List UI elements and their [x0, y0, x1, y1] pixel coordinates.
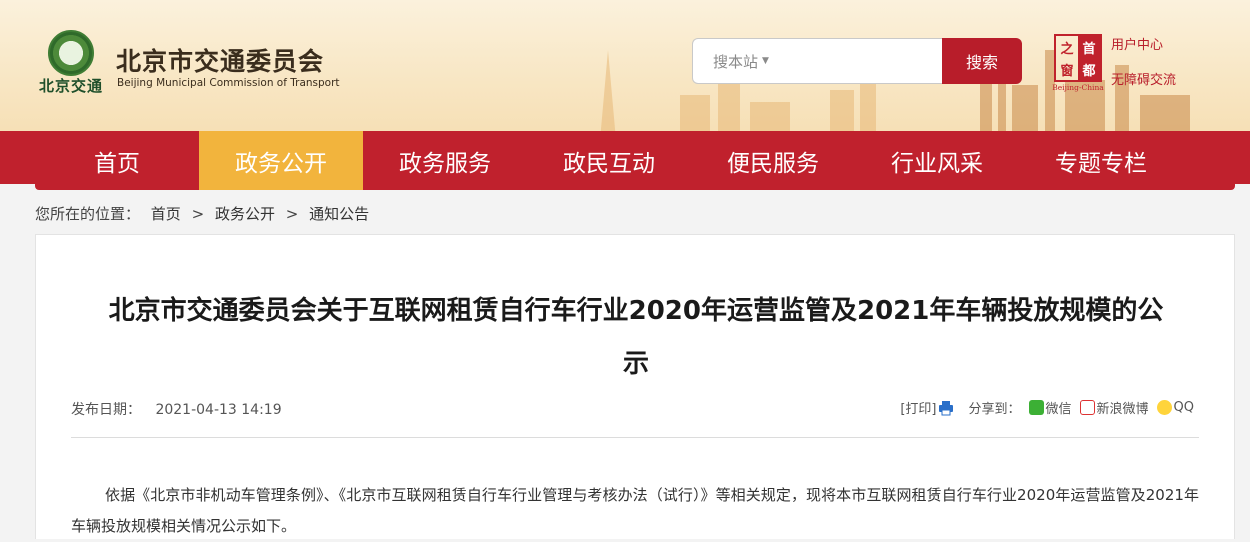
search-button[interactable]: 搜索 — [942, 38, 1022, 84]
badge-char-4: 都 — [1078, 58, 1100, 80]
user-center-link[interactable]: 用户中心 — [1111, 37, 1176, 55]
printer-icon[interactable] — [938, 400, 954, 416]
search-input[interactable]: 搜本站 ▼ — [692, 38, 944, 84]
badge-char-1: 之 — [1060, 41, 1074, 57]
wechat-icon[interactable] — [1028, 400, 1044, 415]
breadcrumb-separator: > — [285, 205, 299, 223]
breadcrumb-government-affairs[interactable]: 政务公开 — [215, 205, 275, 223]
print-link[interactable]: [打印] — [900, 398, 936, 417]
publish-date: 发布日期： 2021-04-13 14:19 — [71, 399, 282, 419]
breadcrumb-prefix: 您所在的位置： — [35, 205, 141, 223]
chevron-down-icon[interactable]: ▼ — [762, 56, 769, 66]
share-wechat[interactable]: 微信 — [1046, 398, 1072, 417]
site-logo[interactable]: 北京交通 — [36, 30, 106, 95]
badge-char-3: 窗 — [1060, 63, 1074, 79]
nav-item-home[interactable]: 首页 — [35, 131, 199, 190]
nav-item-government-services[interactable]: 政务服务 — [363, 131, 527, 190]
article-title: 北京市交通委员会关于互联网租赁自行车行业2020年运营监管及2021年车辆投放规… — [108, 296, 1164, 379]
accessibility-link[interactable]: 无障碍交流 — [1111, 72, 1176, 90]
badge-caption: Beijing-China — [1052, 83, 1104, 92]
site-name: 北京市交通委员会 — [116, 47, 325, 76]
capital-window-badge[interactable]: 之 首 窗 都 Beijing-China — [1050, 34, 1106, 92]
article-panel: 北京市交通委员会关于互联网租赁自行车行业2020年运营监管及2021年车辆投放规… — [35, 234, 1235, 539]
breadcrumb-separator: > — [191, 205, 205, 223]
breadcrumb-notices[interactable]: 通知公告 — [309, 205, 369, 223]
article-body: 依据《北京市非机动车管理条例》、《北京市互联网租赁自行车行业管理与考核办法（试行… — [71, 486, 1199, 535]
breadcrumb-home[interactable]: 首页 — [151, 205, 181, 223]
breadcrumb: 您所在的位置： 首页 > 政务公开 > 通知公告 — [35, 203, 375, 224]
nav-item-industry[interactable]: 行业风采 — [855, 131, 1019, 190]
divider — [71, 437, 1199, 438]
logo-text: 北京交通 — [38, 77, 103, 95]
weibo-icon[interactable] — [1079, 400, 1095, 415]
transport-emblem-icon — [48, 30, 94, 76]
capital-window-seal-icon: 之 首 窗 都 — [1054, 34, 1102, 82]
nav-item-public-services[interactable]: 便民服务 — [691, 131, 855, 190]
nav-item-special-topics[interactable]: 专题专栏 — [1019, 131, 1183, 190]
search-placeholder: 搜本站 — [713, 52, 759, 71]
publish-date-label: 发布日期： — [71, 402, 141, 418]
badge-char-2: 首 — [1078, 36, 1100, 58]
qq-icon[interactable] — [1156, 400, 1172, 415]
user-links: 用户中心 无障碍交流 — [1111, 37, 1176, 90]
share-toolbar: [打印] 分享到： 微信 新浪微博 QQ — [900, 398, 1194, 417]
publish-date-value: 2021-04-13 14:19 — [155, 402, 282, 418]
main-nav: 首页 政务公开 政务服务 政民互动 便民服务 行业风采 专题专栏 — [35, 131, 1235, 190]
share-qq[interactable]: QQ — [1174, 400, 1194, 415]
nav-item-interaction[interactable]: 政民互动 — [527, 131, 691, 190]
nav-item-government-affairs[interactable]: 政务公开 — [199, 131, 363, 190]
share-label: 分享到： — [968, 402, 1021, 417]
site-name-english: Beijing Municipal Commission of Transpor… — [117, 77, 340, 89]
share-weibo[interactable]: 新浪微博 — [1097, 398, 1149, 417]
